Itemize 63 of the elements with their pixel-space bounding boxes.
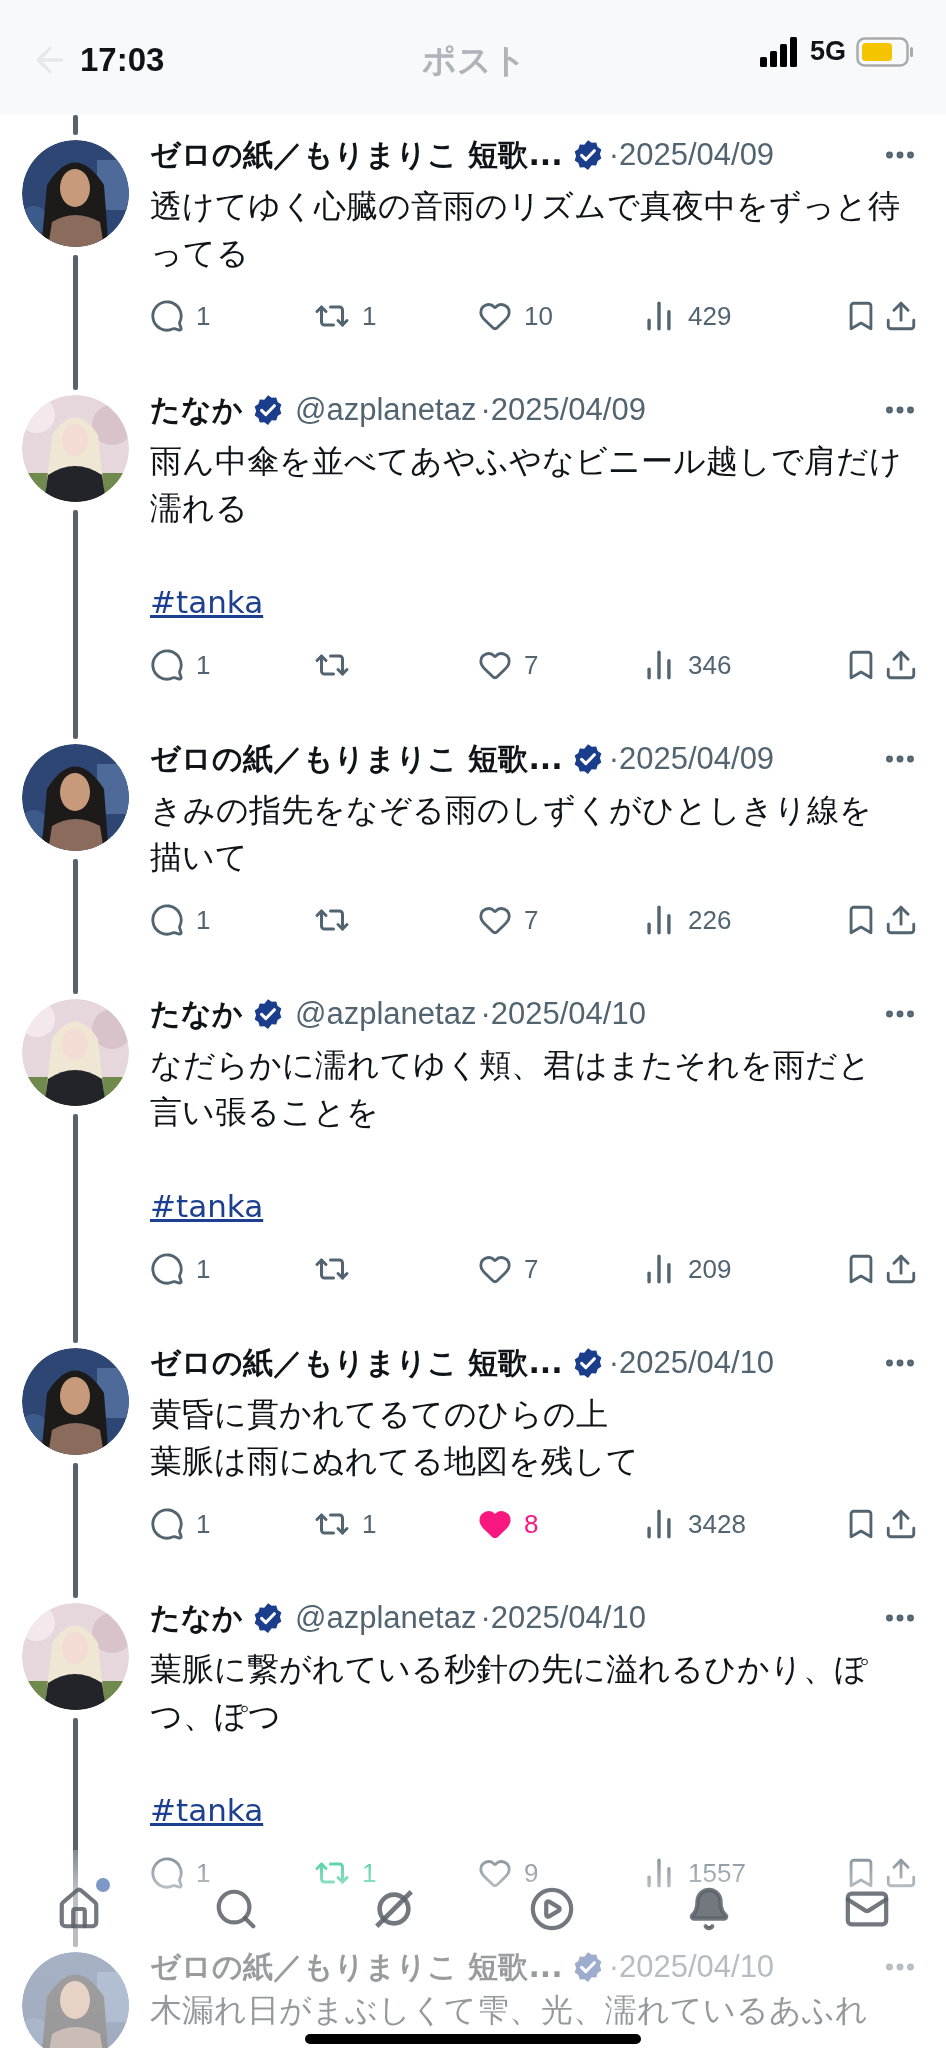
views-button[interactable]: 3428 — [642, 1507, 746, 1541]
author-name[interactable]: ゼロの紙／もりまりこ 短歌... — [150, 738, 563, 780]
reply-button[interactable]: 1 — [150, 648, 211, 682]
hashtag-link[interactable]: #tanka — [150, 579, 264, 626]
author-name[interactable]: たなか — [150, 1597, 243, 1639]
share-button[interactable] — [884, 903, 918, 937]
share-button[interactable] — [884, 1856, 918, 1890]
hashtag-link[interactable]: #tanka — [150, 1787, 264, 1834]
views-button[interactable]: 346 — [642, 648, 732, 682]
reply-button[interactable]: 1 — [150, 299, 211, 333]
post-date[interactable]: ·2025/04/09 — [608, 137, 775, 173]
thread-line — [73, 115, 78, 135]
repost-button[interactable]: 1 — [314, 298, 377, 334]
page-title: ポスト — [421, 39, 527, 82]
like-button[interactable]: 7 — [478, 648, 539, 682]
author-handle[interactable]: @azplanetaz — [295, 996, 477, 1032]
post-text: 透けてゆく心臓の音雨のリズムで真夜中をずっと待ってる — [150, 186, 901, 274]
post-text: 黄昏に貫かれてるてのひらの上 — [150, 1394, 609, 1435]
author-handle[interactable]: @azplanetaz — [295, 1600, 477, 1636]
repost-button[interactable]: 1 — [314, 1506, 377, 1542]
post-date[interactable]: ·2025/04/10 — [608, 1345, 775, 1381]
post-text: 雨ん中傘を並べてあやふやなビニール越しで肩だけ濡れる — [150, 441, 902, 529]
post-text: きみの指先をなぞる雨のしずくがひとしきり線を描いて — [150, 790, 873, 878]
reply-icon — [150, 903, 184, 937]
post-text: なだらかに濡れてゆく頬、君はまたそれを雨だと言い張ることを — [150, 1045, 872, 1133]
status-time: 17:03 — [80, 40, 165, 80]
share-button[interactable] — [884, 1252, 918, 1286]
share-button[interactable] — [884, 648, 918, 682]
reply-icon — [150, 1856, 184, 1890]
signal-icon — [759, 36, 800, 67]
share-button[interactable] — [884, 299, 918, 333]
notification-dot — [95, 1878, 110, 1892]
battery-icon — [856, 36, 914, 67]
views-button[interactable]: 429 — [642, 299, 732, 333]
post-date[interactable]: ·2025/04/09 — [608, 741, 775, 777]
like-button[interactable]: 7 — [478, 1252, 539, 1286]
author-name[interactable]: ゼロの紙／もりまりこ 短歌... — [150, 134, 563, 176]
reply-icon — [150, 1252, 184, 1286]
reply-button[interactable]: 1 — [150, 1252, 211, 1286]
reply-icon — [150, 648, 184, 682]
reply-icon — [150, 299, 184, 333]
post-date[interactable]: ·2025/04/10 — [480, 996, 646, 1032]
play-icon — [528, 1886, 575, 1932]
network-label: 5G — [809, 36, 846, 67]
like-button[interactable]: 7 — [478, 903, 539, 937]
share-button[interactable] — [884, 1507, 918, 1541]
author-name[interactable]: ゼロの紙／もりまりこ 短歌... — [150, 1342, 563, 1384]
post-text: 木漏れ日がまぶしくて雫、光、濡れているあふれ — [150, 1991, 869, 2029]
post-text: 葉脈に繋がれている秒針の先に溢れるひかり、ぽつ、ぽつ — [150, 1649, 869, 1737]
post-text: 葉脈は雨にぬれてる地図を残して — [150, 1441, 640, 1482]
post-date[interactable]: ·2025/04/09 — [480, 392, 646, 428]
reply-button[interactable]: 1 — [150, 1507, 211, 1541]
views-button[interactable]: 209 — [642, 1252, 732, 1286]
like-button[interactable]: 8 — [478, 1507, 539, 1541]
author-name[interactable]: たなか — [150, 389, 243, 431]
views-button[interactable]: 226 — [642, 903, 732, 937]
author-handle[interactable]: @azplanetaz — [295, 392, 477, 428]
reply-button[interactable]: 1 — [150, 903, 211, 937]
reply-icon — [150, 1507, 184, 1541]
like-button[interactable]: 10 — [478, 299, 553, 333]
author-name[interactable]: たなか — [150, 993, 243, 1035]
hashtag-link[interactable]: #tanka — [150, 1183, 264, 1230]
post-date[interactable]: ·2025/04/10 — [480, 1600, 646, 1636]
